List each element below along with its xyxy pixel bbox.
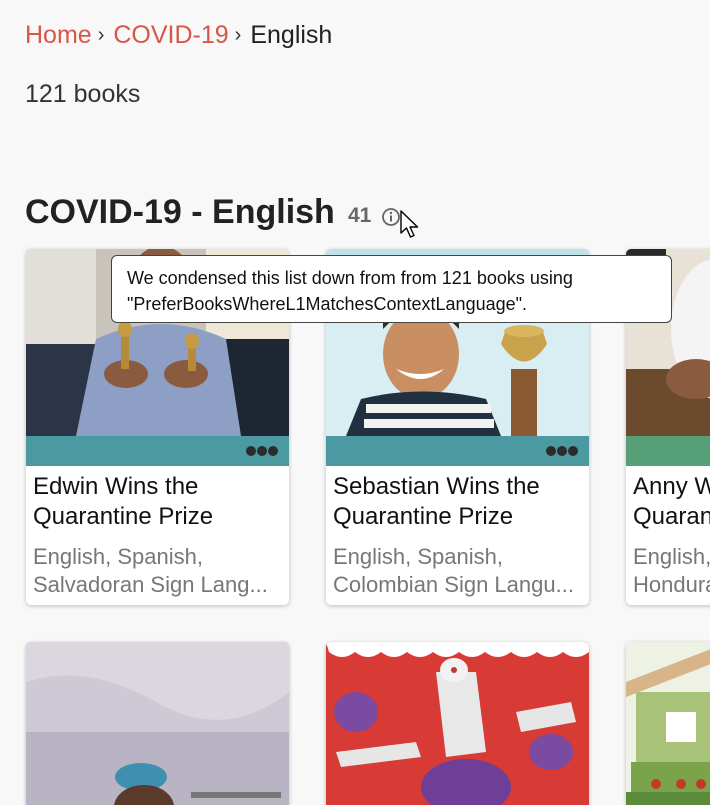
breadcrumb: Home › COVID-19 › English <box>25 18 332 52</box>
book-cover-image <box>26 642 289 805</box>
breadcrumb-current: English <box>250 21 333 49</box>
book-menu-bar <box>626 436 710 466</box>
page: Home › COVID-19 › English 121 books COVI… <box>0 0 710 805</box>
book-menu-bar <box>326 436 589 466</box>
more-options-icon[interactable] <box>545 442 579 460</box>
mouse-pointer-icon <box>400 210 419 238</box>
tooltip-line: "PreferBooksWhereL1MatchesContextLanguag… <box>127 294 528 314</box>
book-title: Anny W Quaran <box>633 473 710 530</box>
section-book-count: 41 <box>348 204 372 227</box>
book-languages: English, Spanish, Colombian Sign Langu..… <box>333 544 574 597</box>
book-card[interactable] <box>26 642 289 805</box>
breadcrumb-separator: › <box>234 24 242 46</box>
book-count: 121 books <box>25 80 141 108</box>
book-menu-bar <box>26 436 289 466</box>
book-card[interactable] <box>326 642 589 805</box>
more-options-icon[interactable] <box>245 442 279 460</box>
tooltip-line: We condensed this list down from from 12… <box>127 268 573 288</box>
book-title: Edwin Wins the Quarantine Prize <box>33 473 214 530</box>
info-tooltip: We condensed this list down from from 12… <box>111 255 672 323</box>
book-languages: English, Spanish, Salvadoran Sign Lang..… <box>33 544 268 597</box>
book-languages: English, Hondura <box>633 544 710 597</box>
book-title: Sebastian Wins the Quarantine Prize <box>333 473 540 530</box>
info-icon[interactable] <box>381 207 401 227</box>
breadcrumb-collection-link[interactable]: COVID-19 <box>113 18 228 52</box>
book-cover-image <box>326 642 589 805</box>
book-cover-image <box>626 642 710 805</box>
book-card[interactable] <box>626 642 710 805</box>
section-title: COVID-19 - English <box>25 193 335 231</box>
breadcrumb-home-link[interactable]: Home <box>25 18 92 52</box>
breadcrumb-separator: › <box>97 24 105 46</box>
